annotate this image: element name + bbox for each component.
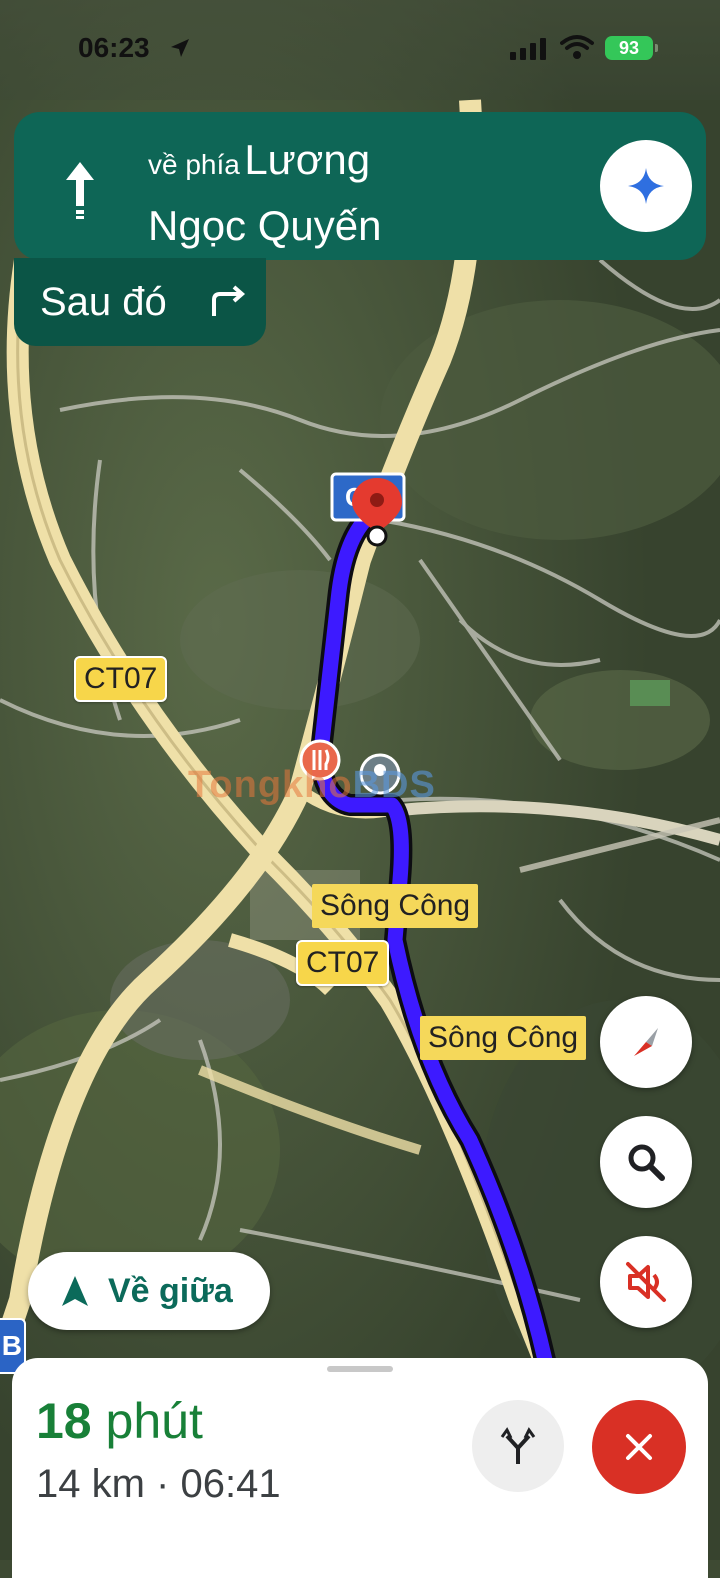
close-icon <box>626 1434 652 1460</box>
cellular-signal-icon <box>510 38 546 60</box>
trip-distance-arrival: 14 km · 06:41 <box>36 1462 281 1506</box>
status-bar: 06:23 93 <box>0 0 720 100</box>
watermark: TongkhoBDS <box>188 764 436 806</box>
place-label-song-cong[interactable]: Sông Công <box>312 884 479 928</box>
compass-button[interactable] <box>600 996 692 1088</box>
place-label-song-cong[interactable]: Sông Công <box>420 1016 587 1060</box>
banner-street: Lương <box>244 136 371 183</box>
road-label-ct07[interactable]: CT07 <box>296 940 390 986</box>
volume-off-icon <box>626 1262 666 1302</box>
alternate-routes-button[interactable] <box>472 1400 564 1492</box>
fork-routes-icon <box>500 1427 536 1464</box>
navigation-arrow-icon <box>62 1276 88 1306</box>
status-time: 06:23 <box>78 32 150 63</box>
road-label-ct07[interactable]: CT07 <box>74 656 168 702</box>
assistant-button[interactable] <box>600 140 692 232</box>
banner-prefix: về phía <box>148 149 240 180</box>
turn-right-icon <box>212 285 246 316</box>
banner-street: Ngọc Quyến <box>148 202 382 249</box>
mute-button[interactable] <box>600 1236 692 1328</box>
banner-text: về phía Lương Ngọc Quyến <box>148 132 381 254</box>
search-icon <box>628 1144 665 1181</box>
compass-icon <box>634 1028 658 1056</box>
recenter-button[interactable]: Về giữa <box>28 1252 270 1330</box>
then-label: Sau đó <box>40 280 167 324</box>
straight-arrow-icon <box>66 162 94 219</box>
recenter-label: Về giữa <box>108 1271 233 1310</box>
trip-duration: 18 phút <box>36 1392 203 1450</box>
direction-banner[interactable]: về phía Lương Ngọc Quyến <box>14 112 706 260</box>
wifi-icon <box>560 35 594 59</box>
duration-unit: phút <box>105 1393 203 1449</box>
location-arrow-icon <box>171 39 189 57</box>
then-instruction[interactable]: Sau đó <box>14 258 266 346</box>
trip-summary-sheet[interactable]: 18 phút 14 km · 06:41 <box>12 1358 708 1578</box>
battery-indicator: 93 <box>605 36 658 60</box>
sparkle-icon <box>628 168 664 204</box>
search-button[interactable] <box>600 1116 692 1208</box>
drag-handle[interactable] <box>327 1366 393 1372</box>
duration-value: 18 <box>36 1393 92 1449</box>
exit-navigation-button[interactable] <box>592 1400 686 1494</box>
